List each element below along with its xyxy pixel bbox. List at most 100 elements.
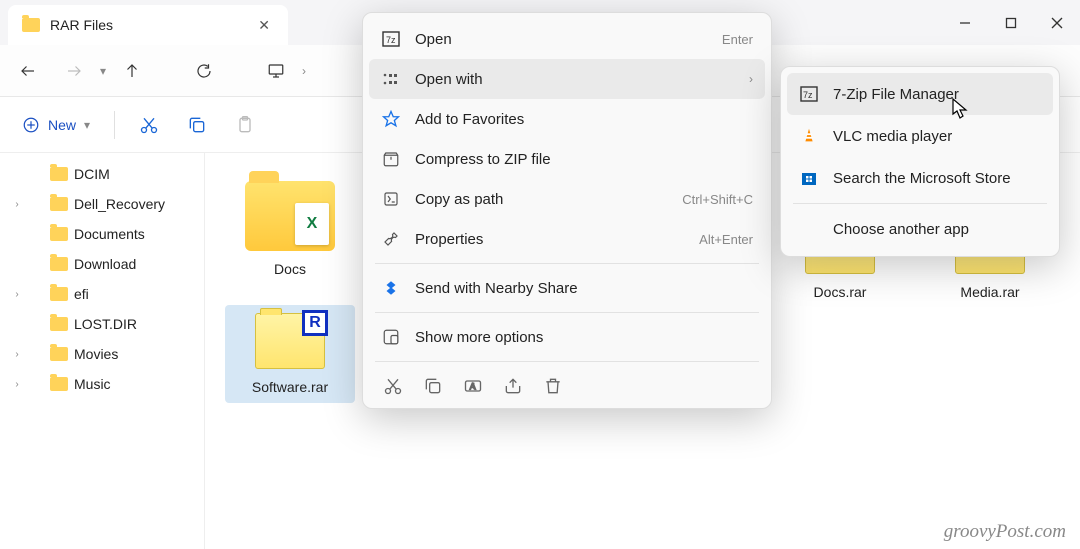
ctx-compress[interactable]: Compress to ZIP file [369,139,765,179]
separator [375,263,759,264]
folder-icon [50,257,68,271]
tree-item-music[interactable]: ›Music [0,369,204,399]
ctx-more-options[interactable]: Show more options [369,317,765,357]
ctx-shortcut: Alt+Enter [699,232,753,247]
folder-icon [50,347,68,361]
sub-label: Choose another app [833,221,969,238]
sub-7zip[interactable]: 7z 7-Zip File Manager [787,73,1053,115]
rename-icon[interactable]: A [463,376,483,396]
folder-icon [50,317,68,331]
tree-label: Music [74,376,111,392]
open-with-icon [381,69,401,89]
tree-item-lost-dir[interactable]: LOST.DIR [0,309,204,339]
tree-item-dell-recovery[interactable]: ›Dell_Recovery [0,189,204,219]
sub-vlc[interactable]: VLC media player [787,115,1053,157]
open-with-submenu: 7z 7-Zip File Manager VLC media player S… [780,66,1060,257]
history-dropdown-icon[interactable]: ▾ [100,64,106,78]
folder-icon [50,167,68,181]
cut-icon[interactable] [383,376,403,396]
ctx-nearby-share[interactable]: Send with Nearby Share [369,268,765,308]
chevron-right-icon: › [749,72,753,86]
delete-icon[interactable] [543,376,563,396]
sub-label: VLC media player [833,128,952,145]
blank-icon [799,219,819,239]
svg-text:7z: 7z [803,90,813,100]
maximize-button[interactable] [988,0,1034,45]
folder-icon [50,287,68,301]
star-icon [381,109,401,129]
tree-label: Dell_Recovery [74,196,165,212]
watermark: groovyPost.com [944,521,1066,543]
seven-zip-icon: 7z [381,29,401,49]
ctx-shortcut: Ctrl+Shift+C [682,192,753,207]
refresh-button[interactable] [184,51,224,91]
up-button[interactable] [112,51,152,91]
folder-icon [50,197,68,211]
copy-icon[interactable] [423,376,443,396]
ms-store-icon [799,168,819,188]
ctx-label: Copy as path [415,191,503,208]
tree-item-movies[interactable]: ›Movies [0,339,204,369]
svg-text:7z: 7z [386,35,396,45]
tree-label: Movies [74,346,118,362]
tab-rar-files[interactable]: RAR Files ✕ [8,5,288,45]
separator [375,361,759,362]
folder-icon [50,227,68,241]
folder-icon [50,377,68,391]
tab-title: RAR Files [50,17,113,33]
this-pc-icon[interactable] [256,51,296,91]
new-label: New [48,117,76,133]
sub-choose-another[interactable]: Choose another app [787,208,1053,250]
new-button[interactable]: New ▾ [12,110,100,140]
copy-button[interactable] [177,105,217,145]
forward-button[interactable] [54,51,94,91]
seven-zip-icon: 7z [799,84,819,104]
ctx-label: Send with Nearby Share [415,280,578,297]
back-button[interactable] [8,51,48,91]
ctx-label: Properties [415,231,483,248]
ctx-properties[interactable]: Properties Alt+Enter [369,219,765,259]
ctx-open[interactable]: 7z Open Enter [369,19,765,59]
tree-label: Download [74,256,136,272]
tree-label: efi [74,286,89,302]
window-controls [942,0,1080,45]
tree-label: Documents [74,226,145,242]
ctx-label: Compress to ZIP file [415,151,551,168]
close-tab-icon[interactable]: ✕ [254,13,274,38]
close-button[interactable] [1034,0,1080,45]
ctx-quick-actions: A [369,366,765,402]
more-icon [381,327,401,347]
nearby-share-icon [381,278,401,298]
sub-label: 7-Zip File Manager [833,86,959,103]
ctx-copy-path[interactable]: Copy as path Ctrl+Shift+C [369,179,765,219]
ctx-label: Open with [415,71,483,88]
file-label: Docs [274,261,306,277]
file-label: Docs.rar [814,284,867,300]
ctx-open-with[interactable]: Open with › [369,59,765,99]
folder-icon [22,18,40,32]
breadcrumb-chevron-icon[interactable]: › [302,64,306,78]
nav-tree[interactable]: DCIM ›Dell_Recovery Documents Download ›… [0,153,205,549]
file-label: Media.rar [960,284,1019,300]
share-icon[interactable] [503,376,523,396]
tree-label: LOST.DIR [74,316,137,332]
paste-button[interactable] [225,105,265,145]
separator [114,111,115,139]
cut-button[interactable] [129,105,169,145]
tree-item-documents[interactable]: Documents [0,219,204,249]
folder-large-icon: X [245,181,335,251]
zip-icon [381,149,401,169]
tree-item-efi[interactable]: ›efi [0,279,204,309]
ctx-label: Open [415,31,452,48]
context-menu: 7z Open Enter Open with › Add to Favorit… [362,12,772,409]
tree-item-dcim[interactable]: DCIM [0,159,204,189]
sub-store[interactable]: Search the Microsoft Store [787,157,1053,199]
ctx-label: Add to Favorites [415,111,524,128]
separator [793,203,1047,204]
tree-item-download[interactable]: Download [0,249,204,279]
folder-docs[interactable]: X Docs [225,173,355,285]
minimize-button[interactable] [942,0,988,45]
tree-label: DCIM [74,166,110,182]
ctx-favorites[interactable]: Add to Favorites [369,99,765,139]
file-software-rar[interactable]: R Software.rar [225,305,355,403]
